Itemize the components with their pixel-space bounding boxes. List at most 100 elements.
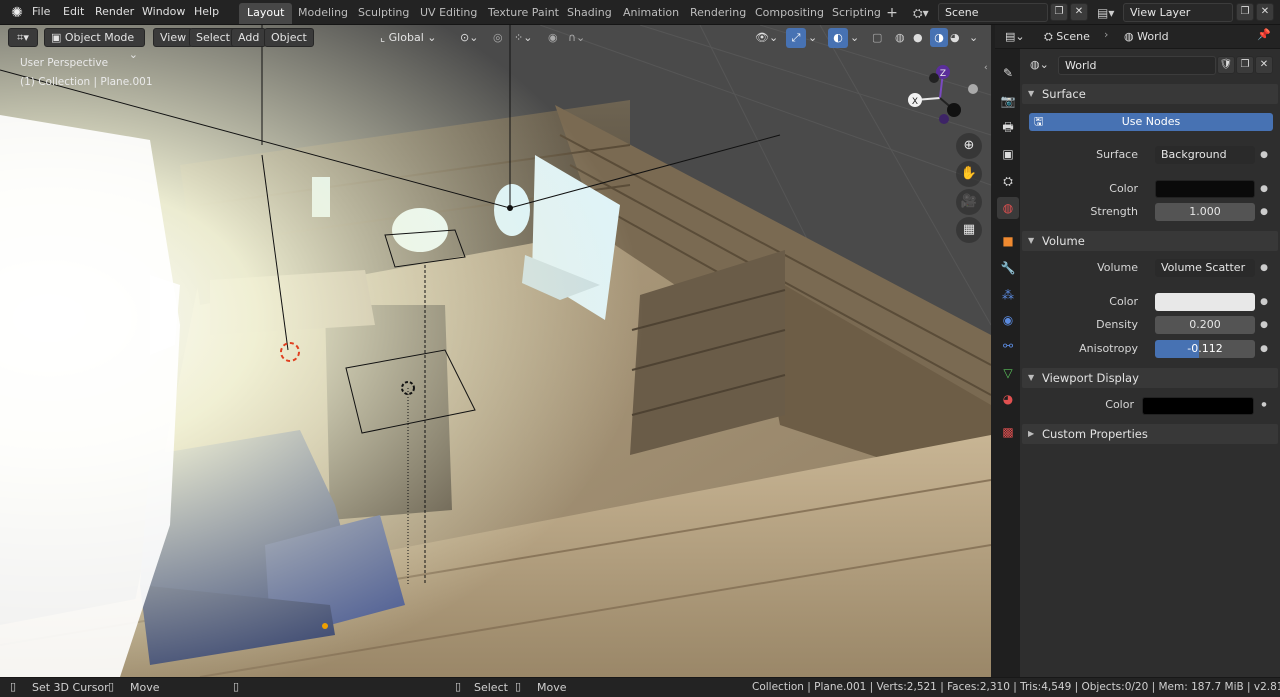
blender-logo-icon[interactable]: ✺ (8, 4, 26, 22)
particles-tab-icon[interactable]: ⁂ (997, 284, 1019, 306)
view-layer-field[interactable]: View Layer (1123, 3, 1233, 22)
tab-rendering[interactable]: Rendering (682, 3, 754, 24)
wireframe-shading-icon[interactable]: ◍ (895, 29, 911, 47)
volume-shader-field[interactable]: Volume Scatter (1155, 259, 1255, 277)
mouse-left-icon: ▯ (10, 680, 17, 693)
menu-window[interactable]: Window (136, 0, 191, 25)
density-field[interactable]: 0.200 (1155, 316, 1255, 334)
menu-edit[interactable]: Edit (57, 0, 90, 25)
falloff-icon[interactable]: ∩⌄ (568, 29, 590, 47)
gizmo-dropdown-icon[interactable]: ⌄ (808, 29, 820, 47)
constraints-tab-icon[interactable]: ⚯ (997, 335, 1019, 357)
surface-panel-header[interactable]: ▼ Surface (1022, 84, 1278, 104)
camera-view-icon[interactable]: 🎥 (956, 189, 982, 215)
menu-object[interactable]: Object (264, 28, 314, 47)
visibility-icon[interactable]: 👁⌄ (755, 29, 783, 47)
anisotropy-field[interactable]: -0.112 (1155, 340, 1255, 358)
output-tab-icon[interactable]: 🖶 (997, 116, 1019, 138)
proportional-edit-icon[interactable]: ◉ (548, 29, 566, 47)
tab-layout[interactable]: Layout (239, 3, 293, 24)
menu-select[interactable]: Select (189, 28, 237, 47)
gizmo-toggle-icon[interactable]: ⤢ (786, 28, 806, 48)
tab-sculpting[interactable]: Sculpting (350, 3, 417, 24)
viewport-color-decorator-icon[interactable]: ● (1257, 396, 1271, 414)
object-tab-icon[interactable]: ■ (997, 230, 1019, 252)
snap-element-icon[interactable]: ⁘⌄ (514, 29, 542, 47)
new-world-icon[interactable]: ❐ (1236, 56, 1254, 74)
volume-color-swatch[interactable] (1155, 293, 1255, 311)
physics-tab-icon[interactable]: ◉ (997, 309, 1019, 331)
viewport-color-swatch[interactable] (1142, 397, 1254, 415)
data-tab-icon[interactable]: ▽ (997, 362, 1019, 384)
world-tab-icon[interactable]: ◍ (997, 197, 1019, 219)
menu-view[interactable]: View (153, 28, 194, 47)
menu-file[interactable]: File (26, 0, 56, 25)
volume-color-link-icon[interactable]: ● (1257, 293, 1271, 311)
ortho-grid-icon[interactable]: ▦ (956, 217, 982, 243)
anisotropy-link-icon[interactable]: ● (1257, 340, 1271, 358)
solid-shading-icon[interactable]: ● (913, 29, 929, 47)
properties-editor-type-icon[interactable]: ▤⌄ (1005, 28, 1031, 46)
use-nodes-button[interactable]: 🖫 Use Nodes (1029, 113, 1273, 131)
overlay-toggle-icon[interactable]: ◐ (828, 28, 848, 48)
menu-add[interactable]: Add (231, 28, 267, 47)
pin-icon[interactable]: 📌 (1257, 28, 1271, 41)
volume-link-icon[interactable]: ● (1257, 259, 1271, 277)
xray-icon[interactable]: ▢ (872, 29, 888, 47)
tab-uv-editing[interactable]: UV Editing (412, 3, 485, 24)
editor-type-icon[interactable]: ⌗▾ (8, 28, 38, 47)
scene-icon[interactable]: ⛭▾ (913, 4, 935, 22)
color-link-icon[interactable]: ● (1257, 180, 1271, 198)
strength-link-icon[interactable]: ● (1257, 203, 1271, 221)
strength-field[interactable]: 1.000 (1155, 203, 1255, 221)
custom-properties-panel-header[interactable]: ▶ Custom Properties (1022, 424, 1278, 444)
pan-hand-icon[interactable]: ✋ (956, 161, 982, 187)
tab-scripting[interactable]: Scripting (824, 3, 889, 24)
surface-color-swatch[interactable] (1155, 180, 1255, 198)
tool-tab-icon[interactable]: ✎ (997, 62, 1019, 84)
tab-compositing[interactable]: Compositing (747, 3, 832, 24)
snap-toggle-icon[interactable]: ◎ (493, 29, 511, 47)
surface-label: Surface (1096, 148, 1138, 161)
breadcrumb-world[interactable]: ◍ World (1124, 28, 1169, 46)
menu-render[interactable]: Render (89, 0, 140, 25)
unlink-world-icon[interactable]: ✕ (1255, 56, 1273, 74)
mode-dropdown[interactable]: ▣ Object Mode ⌄ (44, 28, 145, 61)
add-workspace-button[interactable]: + (884, 4, 900, 22)
3d-viewport[interactable]: User Perspective (1) Collection | Plane.… (0, 25, 991, 677)
rendered-shading-icon[interactable]: ◕ (950, 29, 966, 47)
zoom-icon[interactable]: ⊕ (956, 133, 982, 159)
breadcrumb-scene[interactable]: ⛭ Scene (1044, 28, 1090, 46)
new-view-layer-icon[interactable]: ❐ (1236, 3, 1254, 21)
tab-texture-paint[interactable]: Texture Paint (480, 3, 567, 24)
scene-name-field[interactable]: Scene (938, 3, 1048, 22)
tab-animation[interactable]: Animation (615, 3, 687, 24)
sidebar-toggle-icon[interactable]: ‹ (984, 63, 988, 73)
density-link-icon[interactable]: ● (1257, 316, 1271, 334)
tab-modeling[interactable]: Modeling (290, 3, 356, 24)
scene-tab-icon[interactable]: ⛭ (997, 170, 1019, 192)
modifier-tab-icon[interactable]: 🔧 (997, 257, 1019, 279)
pivot-point-icon[interactable]: ⊙⌄ (460, 29, 488, 47)
world-name-field[interactable]: World (1058, 56, 1216, 75)
surface-shader-field[interactable]: Background (1155, 146, 1255, 164)
delete-scene-icon[interactable]: ✕ (1070, 3, 1088, 21)
material-preview-icon[interactable]: ◑ (930, 28, 948, 47)
menu-help[interactable]: Help (188, 0, 225, 25)
new-scene-icon[interactable]: ❐ (1050, 3, 1068, 21)
view-layer-tab-icon[interactable]: ▣ (997, 143, 1019, 165)
view-layer-icon[interactable]: ▤▾ (1097, 4, 1119, 22)
viewport-display-panel-header[interactable]: ▼ Viewport Display (1022, 368, 1278, 388)
surface-link-icon[interactable]: ● (1257, 146, 1271, 164)
fake-user-icon[interactable]: 🛡 (1217, 56, 1235, 74)
volume-panel-header[interactable]: ▼ Volume (1022, 231, 1278, 251)
overlay-dropdown-icon[interactable]: ⌄ (850, 29, 862, 47)
shading-dropdown-icon[interactable]: ⌄ (969, 29, 981, 47)
transform-orientation-dropdown[interactable]: ⌞ Global ⌄ (380, 29, 452, 47)
render-tab-icon[interactable]: 📷 (997, 90, 1019, 112)
texture-tab-icon[interactable]: ▩ (997, 421, 1019, 443)
delete-view-layer-icon[interactable]: ✕ (1256, 3, 1274, 21)
world-browse-icon[interactable]: ◍⌄ (1030, 56, 1060, 74)
status-select: Select (474, 681, 508, 694)
tab-shading[interactable]: Shading (559, 3, 620, 24)
